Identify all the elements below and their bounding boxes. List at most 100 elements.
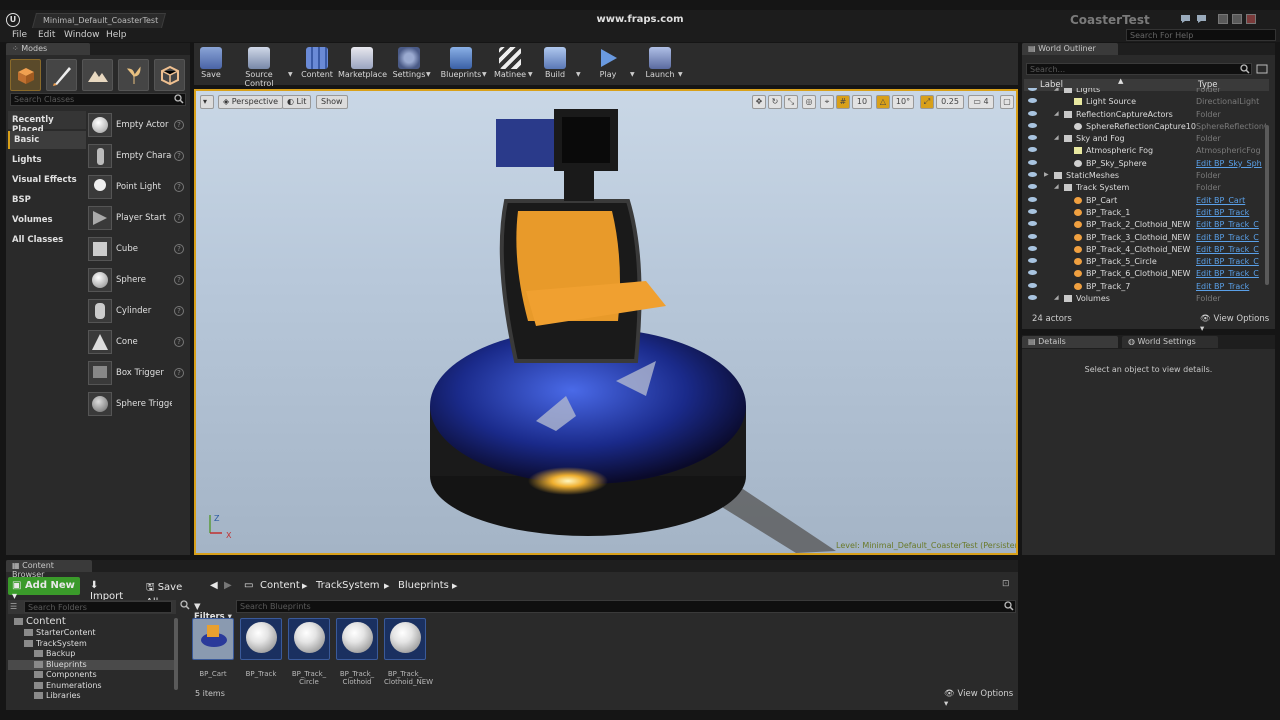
matinee-dropdown-icon[interactable]: ▼ — [528, 71, 533, 78]
help-search-input[interactable]: Search For Help — [1126, 29, 1276, 41]
visibility-eye-icon[interactable] — [1028, 88, 1037, 91]
visibility-eye-icon[interactable] — [1028, 135, 1037, 141]
edit-blueprint-link[interactable]: Edit BP_Track_C — [1196, 245, 1266, 254]
edit-blueprint-link[interactable]: Edit BP_Track — [1196, 282, 1266, 291]
settings-dropdown-icon[interactable]: ▼ — [426, 71, 431, 78]
build-dropdown-icon[interactable]: ▼ — [576, 71, 581, 78]
asset-tile[interactable]: BP_Cart — [192, 618, 234, 678]
settings-button[interactable]: Settings — [392, 45, 426, 83]
outliner-row[interactable]: BP_Track_6_Clothoid_NEW Edit BP_Track_C — [1024, 268, 1269, 280]
content-browser-tab[interactable]: ▦ Content Browser — [6, 560, 92, 579]
folder-tree-item[interactable]: Libraries — [8, 691, 176, 702]
save-button[interactable]: Save — [196, 45, 226, 83]
menu-help[interactable]: Help — [106, 30, 127, 40]
category-basic[interactable]: Basic — [8, 131, 86, 149]
expand-arrow-icon[interactable]: ◢ — [1054, 294, 1062, 301]
outliner-row[interactable]: BP_Track_2_Clothoid_NEW Edit BP_Track_C — [1024, 219, 1269, 231]
asset-tile[interactable]: BP_Track_ Clothoid — [336, 618, 378, 686]
source-control-dropdown-icon[interactable]: ▼ — [288, 71, 293, 78]
geometry-mode-icon[interactable] — [154, 59, 185, 91]
content-button[interactable]: Content — [300, 45, 334, 83]
visibility-eye-icon[interactable] — [1028, 147, 1037, 153]
place-item-cube[interactable]: Cube ? — [88, 237, 188, 265]
category-lights[interactable]: Lights — [8, 151, 86, 169]
landscape-mode-icon[interactable] — [82, 59, 113, 91]
menu-window[interactable]: Window — [64, 30, 100, 40]
visibility-eye-icon[interactable] — [1028, 270, 1037, 276]
menu-edit[interactable]: Edit — [38, 30, 55, 40]
asset-tile[interactable]: BP_Track_ Circle — [288, 618, 330, 686]
help-icon[interactable]: ? — [174, 182, 184, 192]
expand-arrow-icon[interactable]: ◢ — [1054, 183, 1062, 190]
help-icon[interactable]: ? — [174, 368, 184, 378]
outliner-row[interactable]: ◢ Lights Folder — [1024, 88, 1269, 96]
category-bsp[interactable]: BSP — [8, 191, 86, 209]
edit-blueprint-link[interactable]: Edit BP_Sky_Sph — [1196, 159, 1266, 168]
build-button[interactable]: Build — [540, 45, 570, 83]
help-icon[interactable]: ? — [174, 306, 184, 316]
edit-blueprint-link[interactable]: Edit BP_Track_C — [1196, 269, 1266, 278]
outliner-row[interactable]: BP_Sky_Sphere Edit BP_Sky_Sph — [1024, 158, 1269, 170]
help-icon[interactable]: ? — [174, 275, 184, 285]
visibility-eye-icon[interactable] — [1028, 110, 1037, 116]
category-visual-effects[interactable]: Visual Effects — [8, 171, 86, 189]
outliner-row[interactable]: ◢ ReflectionCaptureActors Folder — [1024, 109, 1269, 121]
outliner-row[interactable]: SphereReflectionCapture10 SphereReflectio… — [1024, 121, 1269, 133]
matinee-button[interactable]: Matinee — [492, 45, 528, 83]
maximize-button[interactable] — [1232, 14, 1242, 24]
visibility-eye-icon[interactable] — [1028, 159, 1037, 165]
outliner-row[interactable]: BP_Track_1 Edit BP_Track — [1024, 207, 1269, 219]
play-dropdown-icon[interactable]: ▼ — [630, 71, 635, 78]
close-button[interactable] — [1246, 14, 1256, 24]
edit-blueprint-link[interactable]: Edit BP_Track_C — [1196, 257, 1266, 266]
folder-tree-item[interactable]: StarterContent — [8, 628, 176, 639]
visibility-eye-icon[interactable] — [1028, 245, 1037, 251]
outliner-row[interactable]: BP_Track_7 Edit BP_Track — [1024, 281, 1269, 293]
folder-tree-item[interactable]: Components — [8, 670, 176, 681]
visibility-eye-icon[interactable] — [1028, 295, 1037, 301]
category-recently-placed[interactable]: Recently Placed — [8, 111, 86, 135]
source-control-button[interactable]: Source Control — [230, 45, 288, 88]
place-item-sphere[interactable]: Sphere ? — [88, 268, 188, 296]
details-tab[interactable]: ▤ Details — [1022, 336, 1118, 348]
edit-blueprint-link[interactable]: Edit BP_Track_C — [1196, 233, 1266, 242]
outliner-search-input[interactable]: Search... — [1026, 63, 1252, 75]
help-icon[interactable]: ? — [174, 120, 184, 130]
search-folders-input[interactable]: Search Folders — [24, 601, 172, 613]
blueprints-dropdown-icon[interactable]: ▼ — [482, 71, 487, 78]
asset-tile[interactable]: BP_Track — [240, 618, 282, 678]
outliner-settings-icon[interactable] — [1256, 64, 1268, 74]
outliner-row[interactable]: ◢ Sky and Fog Folder — [1024, 133, 1269, 145]
place-item-player-start[interactable]: Player Start ? — [88, 206, 188, 234]
place-mode-icon[interactable] — [10, 59, 41, 91]
import-button[interactable]: ⬇ Import — [86, 577, 136, 602]
outliner-scrollbar[interactable] — [1265, 125, 1269, 285]
place-item-sphere-trigger[interactable]: Sphere Trigge — [88, 392, 188, 420]
visibility-eye-icon[interactable] — [1028, 221, 1037, 227]
edit-blueprint-link[interactable]: Edit BP_Track — [1196, 208, 1266, 217]
edit-blueprint-link[interactable]: Edit BP_Track_C — [1196, 220, 1266, 229]
outliner-row[interactable]: BP_Cart Edit BP_Cart — [1024, 195, 1269, 207]
visibility-eye-icon[interactable] — [1028, 282, 1037, 288]
outliner-row[interactable]: ▶ StaticMeshes Folder — [1024, 170, 1269, 182]
folder-tree-item[interactable]: Enumerations — [8, 681, 176, 692]
outliner-row[interactable]: BP_Track_5_Circle Edit BP_Track_C — [1024, 256, 1269, 268]
launch-dropdown-icon[interactable]: ▼ — [678, 71, 683, 78]
place-item-empty-character[interactable]: Empty Charac ? — [88, 144, 188, 172]
expand-arrow-icon[interactable]: ◢ — [1054, 110, 1062, 117]
modes-tab[interactable]: ⁘ Modes — [6, 43, 90, 55]
outliner-row[interactable]: Light Source DirectionalLight — [1024, 96, 1269, 108]
place-item-box-trigger[interactable]: Box Trigger ? — [88, 361, 188, 389]
paint-mode-icon[interactable] — [46, 59, 77, 91]
visibility-eye-icon[interactable] — [1028, 208, 1037, 214]
outliner-view-options[interactable]: 👁 View Options ▾ — [1200, 314, 1275, 334]
visibility-eye-icon[interactable] — [1028, 233, 1037, 239]
visibility-eye-icon[interactable] — [1028, 172, 1037, 178]
add-new-button[interactable]: ▣ Add New ▾ — [8, 577, 80, 602]
chat-icon[interactable] — [1180, 14, 1192, 24]
help-icon[interactable]: ? — [174, 337, 184, 347]
play-button[interactable]: Play — [592, 45, 624, 83]
blueprints-button[interactable]: Blueprints — [440, 45, 482, 83]
visibility-eye-icon[interactable] — [1028, 258, 1037, 264]
expand-arrow-icon[interactable]: ▶ — [1044, 171, 1052, 178]
